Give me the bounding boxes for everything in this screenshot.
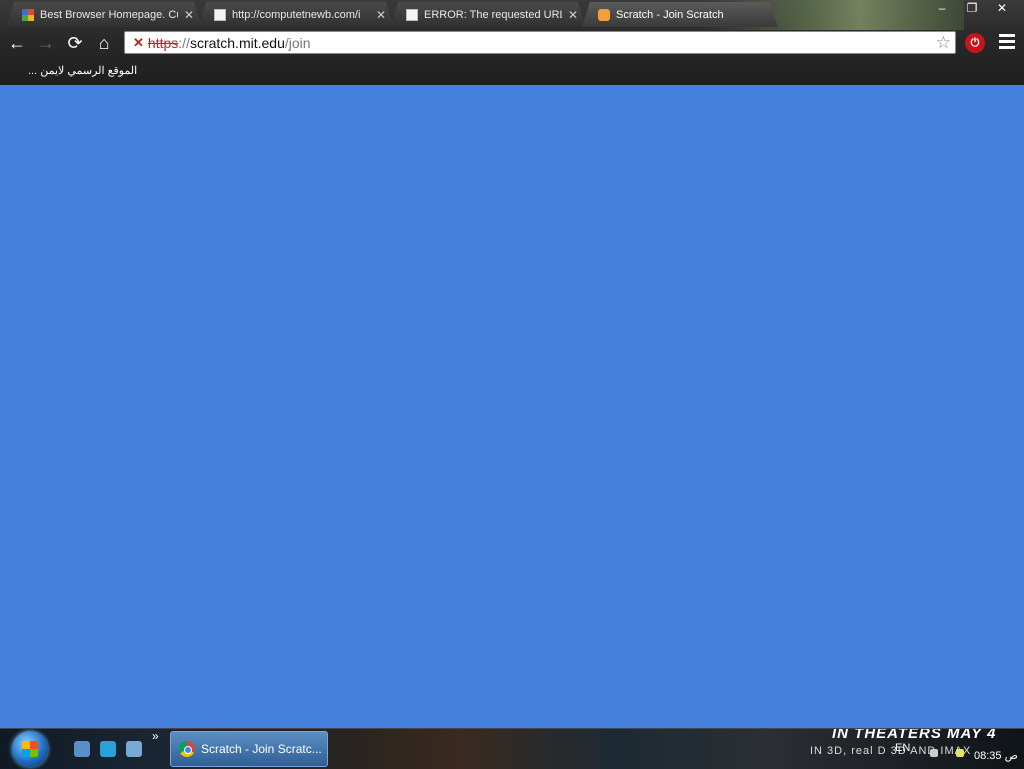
tab-title: Best Browser Homepage. Cu <box>40 8 178 21</box>
start-button[interactable] <box>12 731 48 767</box>
tab-close-icon[interactable]: ✕ <box>568 8 578 22</box>
quick-launch-icon[interactable] <box>100 741 116 757</box>
close-window-button[interactable]: ✕ <box>990 0 1014 18</box>
browser-chrome: Best Browser Homepage. Cu ✕ http://compu… <box>0 0 1024 85</box>
https-warning-icon[interactable]: ✕ <box>133 35 144 51</box>
back-button[interactable]: ← <box>6 32 28 54</box>
url-host: scratch.mit.edu <box>189 34 285 51</box>
windows-taskbar: » Scratch - Join Scratc... IN THEATERS M… <box>0 728 1024 769</box>
url-separator: :// <box>178 34 190 51</box>
minimize-button[interactable]: – <box>930 0 954 18</box>
tab-error-requested-url[interactable]: ERROR: The requested URL ✕ <box>390 2 586 27</box>
taskbar-item-label: Scratch - Join Scratc... <box>201 742 322 756</box>
reload-button[interactable]: ⟳ <box>64 32 86 54</box>
url-path: /join <box>284 34 311 51</box>
bookmark-star-icon[interactable]: ☆ <box>936 33 951 53</box>
tab-close-icon[interactable]: ✕ <box>184 8 194 22</box>
tab-title: http://computetnewb.com/i <box>232 8 361 21</box>
language-indicator[interactable]: EN <box>895 742 910 754</box>
quick-launch-icon[interactable] <box>126 741 142 757</box>
quick-launch-more-icon[interactable]: » <box>152 729 159 743</box>
tab-scratch-join[interactable]: Scratch - Join Scratch <box>582 2 778 27</box>
page-content <box>0 85 1024 728</box>
tab-strip: Best Browser Homepage. Cu ✕ http://compu… <box>0 0 900 28</box>
bookmark-item[interactable]: الموقع الرسمي لايمن ... <box>28 64 137 77</box>
tab-best-browser-homepage[interactable]: Best Browser Homepage. Cu ✕ <box>6 2 202 27</box>
menu-icon[interactable] <box>999 34 1015 52</box>
page-icon <box>214 9 226 21</box>
url-text: https://scratch.mit.edu/join <box>148 35 311 51</box>
address-bar[interactable]: ✕ https://scratch.mit.edu/join ☆ <box>124 31 956 54</box>
wallpaper-promo-text: IN THEATERS MAY 4 <box>832 728 997 742</box>
forward-button[interactable]: → <box>35 32 57 54</box>
window-controls: – ❐ ✕ <box>930 0 1014 18</box>
extension-icon[interactable]: ⏻ <box>965 33 985 53</box>
home-button[interactable]: ⌂ <box>93 32 115 54</box>
bookmarks-bar: الموقع الرسمي لايمن ... <box>0 60 1024 84</box>
page-icon <box>406 9 418 21</box>
chrome-icon <box>179 741 195 757</box>
network-icon[interactable] <box>956 749 964 757</box>
scratch-cat-icon <box>598 9 610 21</box>
browser-toolbar: ← → ⟳ ⌂ ✕ https://scratch.mit.edu/join ☆… <box>0 28 1024 58</box>
quick-launch-icon[interactable] <box>74 741 90 757</box>
multicolor-grid-icon <box>22 9 34 21</box>
speaker-icon[interactable] <box>930 749 938 757</box>
system-clock[interactable]: 08:35 ص <box>974 749 1018 762</box>
tab-close-icon[interactable]: ✕ <box>376 8 386 22</box>
url-scheme: https <box>147 34 179 51</box>
tab-title: ERROR: The requested URL <box>424 8 562 21</box>
tab-title: Scratch - Join Scratch <box>616 8 724 21</box>
taskbar-item-chrome[interactable]: Scratch - Join Scratc... <box>170 731 328 767</box>
wallpaper-promo-subtext: IN 3D, real D 3D AND IMAX <box>810 745 972 757</box>
tab-computetnewb[interactable]: http://computetnewb.com/i ✕ <box>198 2 394 27</box>
maximize-button[interactable]: ❐ <box>960 0 984 18</box>
